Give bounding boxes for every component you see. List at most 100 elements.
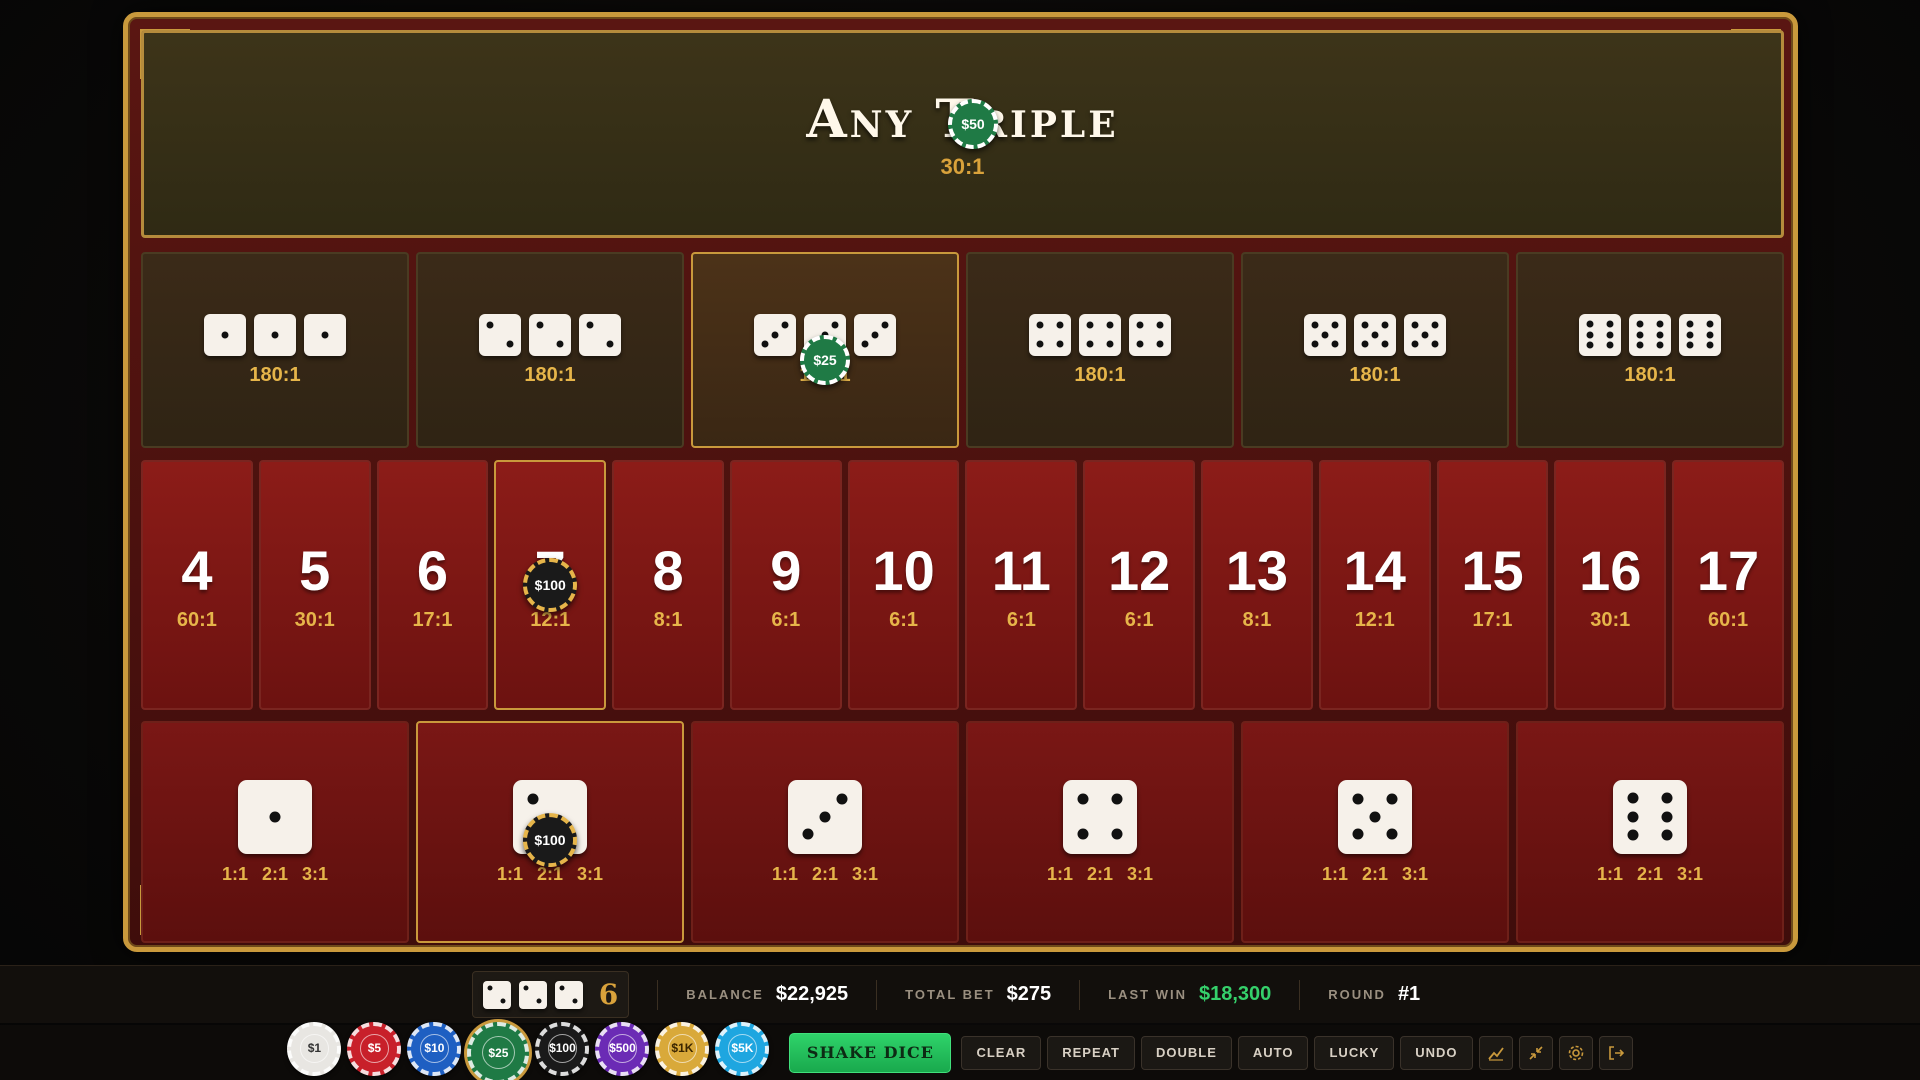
chip-100-button[interactable]: $100 (535, 1021, 590, 1076)
payout-label: 2:1 (1361, 863, 1388, 884)
chip-5-button[interactable]: $5 (347, 1021, 402, 1076)
die-face-5-icon (1354, 313, 1396, 356)
die-face-6-icon (1613, 779, 1687, 854)
round-value: #1 (1397, 983, 1421, 1005)
die-face-2-icon (482, 980, 511, 1009)
bet-total-6[interactable]: 6 17:1 (376, 460, 489, 710)
triple-odds: 180:1 (1624, 363, 1676, 386)
bet-total-11[interactable]: 11 6:1 (965, 460, 1078, 710)
last-win-stat: LAST WIN $18,300 (1079, 979, 1299, 1010)
bet-total-9[interactable]: 9 6:1 (729, 460, 842, 710)
lucky-button[interactable]: LUCKY (1314, 1035, 1395, 1070)
chip-1k-button[interactable]: $1K (655, 1021, 710, 1076)
bet-total-7[interactable]: 712:1$100 (494, 460, 607, 710)
total-odds: 30:1 (294, 609, 335, 631)
total-odds: 6:1 (1006, 609, 1036, 631)
bet-total-15[interactable]: 15 17:1 (1436, 460, 1549, 710)
collapse-icon[interactable] (1518, 1035, 1553, 1070)
clear-button[interactable]: CLEAR (961, 1035, 1042, 1070)
bet-single-1[interactable]: 1:1 2:1 3:1 (141, 721, 409, 943)
chip-500-button[interactable]: $500 (595, 1021, 650, 1076)
shake-dice-button[interactable]: SHAKE DICE (789, 1032, 952, 1073)
total-number: 17 (1696, 539, 1760, 602)
bet-triple-5[interactable]: 180:1 (1241, 252, 1509, 448)
chip-label: $100 (548, 1034, 577, 1063)
placed-chip: $100 (523, 558, 578, 612)
payout-label: 3:1 (1677, 863, 1704, 884)
triple-odds: 180:1 (1074, 363, 1126, 386)
total-bet-label: TOTAL BET (905, 987, 995, 1002)
sic-bo-table: Any Triple 30:1 $50 180:1180:1180:1$2518… (123, 12, 1798, 952)
die-face-4-icon (1129, 313, 1171, 356)
bet-total-13[interactable]: 13 8:1 (1201, 460, 1313, 710)
total-number: 13 (1225, 539, 1289, 602)
bet-single-6[interactable]: 1:1 2:1 3:1 (1516, 721, 1784, 943)
payout-label: 1:1 (1596, 863, 1623, 884)
die-face-5-icon (1304, 313, 1346, 356)
total-odds: 8:1 (1242, 609, 1272, 631)
bet-total-4[interactable]: 4 60:1 (141, 460, 253, 710)
placed-chip: $50 (948, 99, 998, 149)
double-button[interactable]: DOUBLE (1140, 1035, 1232, 1070)
total-odds: 17:1 (1472, 609, 1513, 631)
undo-button[interactable]: UNDO (1400, 1035, 1473, 1070)
chip-5k-button[interactable]: $5K (715, 1021, 770, 1076)
exit-icon[interactable] (1598, 1035, 1633, 1070)
total-odds: 8:1 (653, 609, 683, 631)
single-payouts: 1:1 2:1 3:1 (1322, 864, 1428, 885)
repeat-button[interactable]: REPEAT (1047, 1035, 1135, 1070)
gear-icon[interactable] (1558, 1035, 1593, 1070)
chip-1-button[interactable]: $1 (287, 1021, 342, 1076)
chip-10-button[interactable]: $10 (407, 1021, 462, 1076)
chip-label: $1 (300, 1034, 329, 1063)
total-number: 16 (1579, 539, 1642, 602)
bet-any-triple[interactable]: Any Triple 30:1 $50 (141, 30, 1784, 238)
bet-total-12[interactable]: 12 6:1 (1083, 460, 1196, 710)
bet-total-17[interactable]: 17 60:1 (1672, 460, 1784, 710)
stats-icon[interactable] (1478, 1035, 1513, 1070)
triple-odds: 180:1 (1349, 363, 1401, 386)
die-face-1-icon (304, 313, 346, 356)
chip-25-button[interactable]: $25 (467, 1021, 530, 1080)
total-number: 8 (652, 539, 684, 602)
total-number: 5 (299, 539, 331, 602)
bet-single-5[interactable]: 1:1 2:1 3:1 (1241, 721, 1509, 943)
placed-chip-label: $25 (813, 352, 837, 368)
bet-triple-3[interactable]: 180:1$25 (691, 252, 959, 448)
controls-bar: $1 $5 $10 $25 $100 $500 $1K $5K SHAKE DICE CLEA… (0, 1021, 1920, 1080)
payout-label: 3:1 (1402, 863, 1429, 884)
total-odds: 60:1 (1708, 609, 1749, 631)
bet-single-2[interactable]: 1:1 2:1 3:1 $100 (416, 721, 684, 943)
triple-dice (1579, 313, 1721, 356)
bet-triple-6[interactable]: 180:1 (1516, 252, 1784, 448)
last-win-value: $18,300 (1198, 983, 1272, 1005)
total-odds: 6:1 (1124, 609, 1154, 631)
bet-total-16[interactable]: 16 30:1 (1554, 460, 1667, 710)
bet-single-4[interactable]: 1:1 2:1 3:1 (966, 721, 1234, 943)
payout-label: 2:1 (1086, 863, 1113, 884)
triple-dice (204, 313, 346, 356)
total-number: 14 (1343, 539, 1406, 602)
bet-total-14[interactable]: 14 12:1 (1318, 460, 1431, 710)
auto-button[interactable]: AUTO (1237, 1035, 1309, 1070)
bet-total-8[interactable]: 8 8:1 (612, 460, 724, 710)
chip-label: $1K (668, 1034, 697, 1063)
bet-total-10[interactable]: 10 6:1 (847, 460, 960, 710)
bet-triple-2[interactable]: 180:1 (416, 252, 684, 448)
die-face-2-icon (579, 313, 621, 356)
bet-triple-4[interactable]: 180:1 (966, 252, 1234, 448)
bet-total-5[interactable]: 5 30:1 (258, 460, 371, 710)
status-bar: 6 BALANCE $22,925 TOTAL BET $275 LAST WI… (0, 965, 1920, 1023)
single-payouts: 1:1 2:1 3:1 (1597, 864, 1703, 885)
bet-triple-1[interactable]: 180:1 (141, 252, 409, 448)
total-number: 11 (991, 539, 1051, 602)
total-bet-value: $275 (1006, 983, 1052, 1005)
placed-chip-label: $50 (961, 116, 985, 132)
bet-single-3[interactable]: 1:1 2:1 3:1 (691, 721, 959, 943)
die-face-4-icon (1063, 779, 1137, 854)
singles-row: 1:1 2:1 3:1 1:1 2:1 3:1 $100 1:1 2:1 3:1 1:1 2:1 3:1… (141, 721, 1784, 943)
chip-label: $10 (420, 1034, 449, 1063)
die-face-4-icon (1079, 313, 1121, 356)
payout-label: 2:1 (811, 863, 838, 884)
total-number: 4 (181, 539, 213, 602)
